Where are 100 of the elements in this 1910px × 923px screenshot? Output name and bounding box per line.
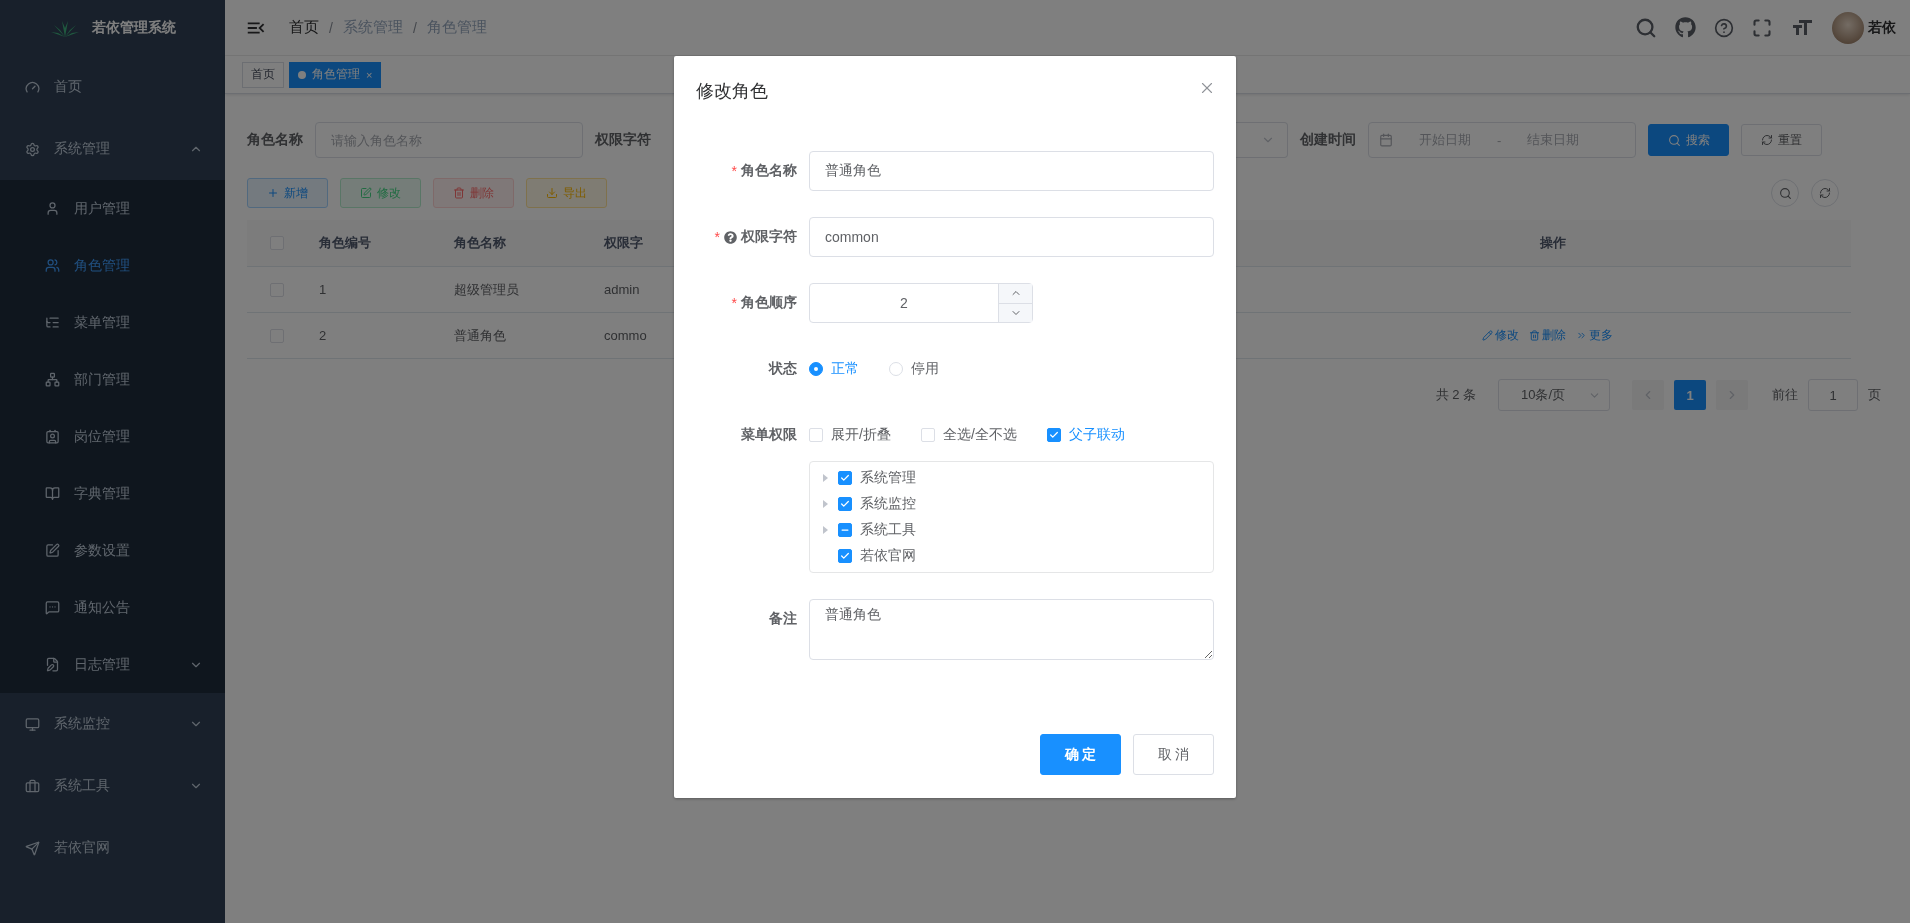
tree-node-label[interactable]: 系统工具 [860, 521, 916, 539]
page-tab[interactable]: 角色管理 × [289, 61, 382, 88]
menu-icon [25, 840, 40, 856]
search-icon[interactable] [1635, 16, 1657, 39]
action-link[interactable]: 删除 [1528, 327, 1566, 344]
caret-icon[interactable] [820, 499, 830, 509]
fullscreen-icon[interactable] [1752, 17, 1772, 38]
required-mark: * [731, 295, 737, 311]
pen-icon [1481, 330, 1493, 341]
menu-icon [45, 657, 60, 672]
caret-icon[interactable] [820, 473, 830, 483]
form-label: 角色名称 [247, 131, 303, 149]
search-icon [1667, 133, 1681, 147]
tree-node-label[interactable]: 系统管理 [860, 469, 916, 487]
checkbox-option[interactable]: 展开/折叠 [809, 426, 891, 444]
user-name[interactable]: 若依 [1868, 18, 1896, 37]
checkbox[interactable] [838, 471, 852, 485]
menu-icon [25, 778, 40, 794]
radio-option[interactable]: 停用 [889, 360, 939, 378]
checkbox[interactable] [1046, 428, 1061, 442]
dialog-title: 修改角色 [696, 80, 768, 103]
page-button[interactable]: 1 [1674, 380, 1706, 410]
table-cell: 1 [319, 282, 327, 297]
page-tab[interactable]: 首页 [242, 61, 284, 88]
checkbox-option[interactable]: 父子联动 [1046, 426, 1125, 444]
help-icon[interactable] [1714, 17, 1734, 38]
plus-icon [267, 187, 279, 199]
menu-icon [45, 600, 60, 615]
checkbox-option[interactable]: 全选/全不选 [920, 426, 1017, 444]
breadcrumb-separator: / [412, 19, 417, 36]
github-icon[interactable] [1675, 17, 1696, 38]
form-label: 菜单权限 [741, 426, 797, 444]
goto-label: 前往 [1772, 386, 1798, 404]
tree-node-label[interactable]: 若依官网 [860, 547, 916, 565]
menu-icon [45, 372, 60, 387]
action-link[interactable]: 修改 [1481, 327, 1519, 344]
form-label: 备注 [769, 610, 797, 628]
required-mark: * [714, 229, 720, 245]
menu-icon [45, 201, 60, 216]
checkbox[interactable] [838, 497, 852, 511]
breadcrumb-item[interactable]: 首页 [289, 18, 319, 37]
check-icon [840, 551, 850, 561]
total-count: 共 2 条 [1435, 386, 1476, 404]
menu-item[interactable]: 日志管理 [0, 636, 225, 693]
table-cell: commo [604, 328, 647, 343]
form-label: 权限字符 [595, 131, 651, 149]
reset-button[interactable]: 重置 [1741, 124, 1822, 156]
app-title: 若依管理系统 [91, 19, 176, 37]
menu-icon [45, 543, 60, 558]
menu-icon [45, 429, 60, 444]
menu-item[interactable]: 菜单管理 [0, 294, 225, 351]
menu-item[interactable]: 通知公告 [0, 579, 225, 636]
pen-icon [360, 187, 372, 199]
page-size-select[interactable]: 10条/页 [1498, 379, 1610, 411]
checkbox[interactable] [838, 549, 852, 563]
tree-node-label[interactable]: 系统监控 [860, 495, 916, 513]
table-cell: admin [604, 282, 640, 297]
radio-option[interactable]: 正常 [809, 360, 859, 378]
column-header: 权限字 [604, 234, 643, 252]
menu-item[interactable]: 角色管理 [0, 237, 225, 294]
cancel-button[interactable]: 取 消 [1133, 734, 1214, 775]
remark-field[interactable]: 普通角色 [809, 599, 1214, 660]
help-icon[interactable] [724, 230, 737, 244]
refresh-icon [1761, 134, 1773, 146]
confirm-button[interactable]: 确 定 [1040, 734, 1121, 775]
menu-icon [45, 258, 60, 273]
column-header: 角色名称 [454, 234, 506, 252]
check-icon [840, 499, 850, 509]
text-field[interactable]: common [809, 217, 1214, 257]
form-label: 角色顺序 [741, 294, 797, 312]
menu-item[interactable]: 用户管理 [0, 180, 225, 237]
toolbar-button[interactable]: 新增 [247, 178, 328, 208]
refresh-button[interactable] [1811, 179, 1839, 207]
menu-item[interactable]: 参数设置 [0, 522, 225, 579]
double-chevron-icon [1575, 330, 1587, 341]
menu-item[interactable]: 字典管理 [0, 465, 225, 522]
required-mark: * [731, 163, 737, 179]
trash-icon [1528, 330, 1540, 341]
search-button[interactable]: 搜索 [1648, 124, 1729, 156]
goto-page-field[interactable]: 1 [1808, 379, 1858, 411]
action-link[interactable]: 更多 [1575, 327, 1613, 344]
search-icon [1778, 186, 1792, 200]
page-suffix: 页 [1868, 386, 1881, 404]
avatar[interactable] [1832, 11, 1864, 44]
table-cell: 普通角色 [454, 326, 506, 345]
form-label: 权限字符 [741, 228, 797, 246]
column-header: 角色编号 [319, 234, 371, 252]
radio-button[interactable] [809, 362, 823, 376]
table-cell: 2 [319, 328, 327, 343]
check-icon [1048, 430, 1059, 440]
text-field[interactable]: 普通角色 [809, 151, 1214, 191]
column-header: 操作 [1540, 234, 1566, 252]
form-label: 角色名称 [741, 162, 797, 180]
menu-item[interactable]: 部门管理 [0, 351, 225, 408]
trash-icon [453, 187, 465, 199]
search-toggle-button[interactable] [1771, 179, 1799, 207]
number-field[interactable]: 2 [809, 283, 1033, 323]
checkbox[interactable] [838, 523, 852, 537]
menu-item[interactable]: 岗位管理 [0, 408, 225, 465]
caret-icon[interactable] [820, 525, 830, 535]
